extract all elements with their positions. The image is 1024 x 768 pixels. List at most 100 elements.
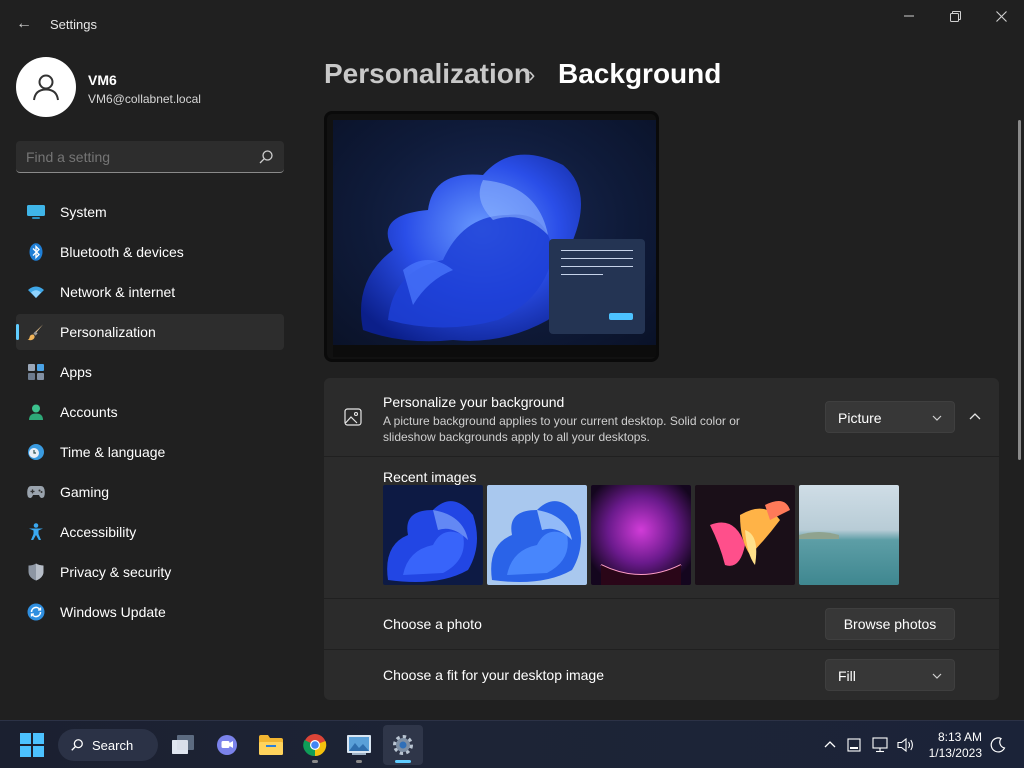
bluetooth-icon — [27, 243, 45, 261]
breadcrumb-parent[interactable]: Personalization — [324, 58, 531, 90]
sidebar-item-system[interactable]: System — [16, 194, 284, 230]
maximize-button[interactable] — [932, 0, 978, 32]
personalize-background-card: Personalize your background A picture ba… — [324, 378, 999, 456]
running-indicator — [356, 760, 362, 763]
sidebar-item-label: Windows Update — [60, 604, 166, 620]
clock-globe-icon — [27, 443, 45, 461]
sidebar-item-label: Apps — [60, 364, 92, 380]
show-hidden-icons-button[interactable] — [820, 735, 840, 755]
desktop-preview — [324, 111, 659, 362]
sidebar-item-label: Accessibility — [60, 524, 137, 540]
chrome-icon — [303, 734, 327, 757]
shield-icon — [27, 563, 45, 581]
profile-email: VM6@collabnet.local — [88, 92, 201, 106]
sidebar-item-apps[interactable]: Apps — [16, 354, 284, 390]
recent-image-purple-glow[interactable] — [591, 485, 691, 585]
chevron-up-icon — [824, 741, 836, 748]
page-title: Background — [558, 58, 722, 89]
sidebar-item-windows-update[interactable]: Windows Update — [16, 594, 284, 630]
file-explorer-button[interactable] — [251, 725, 291, 765]
clock-time[interactable]: 8:13 AM — [930, 730, 982, 744]
sidebar-item-time-language[interactable]: Time & language — [16, 434, 284, 470]
apps-icon — [27, 363, 45, 381]
sidebar-item-label: Bluetooth & devices — [60, 244, 184, 260]
windows-logo-icon — [20, 733, 44, 757]
choose-photo-row: Choose a photo Browse photos — [324, 599, 999, 649]
close-icon — [995, 10, 1007, 22]
preview-line — [561, 250, 633, 251]
chevron-up-icon — [969, 413, 981, 420]
browse-photos-button[interactable]: Browse photos — [825, 608, 955, 640]
recent-images-label: Recent images — [383, 469, 477, 485]
sidebar-item-label: Time & language — [60, 444, 166, 460]
taskbar: Search 8:13 AM 1/13/2023 — [0, 720, 1024, 768]
fit-value: Fill — [838, 668, 856, 684]
close-button[interactable] — [978, 0, 1024, 32]
system-icon — [27, 203, 45, 221]
fit-dropdown[interactable]: Fill — [825, 659, 955, 691]
chevron-down-icon — [932, 415, 942, 421]
active-indicator — [395, 760, 411, 763]
update-icon — [27, 603, 45, 621]
accounts-icon — [27, 403, 45, 421]
sidebar-item-label: Network & internet — [60, 284, 176, 300]
scrollbar[interactable] — [1018, 120, 1021, 460]
volume-button[interactable] — [896, 735, 916, 755]
image-viewer-button[interactable] — [339, 725, 379, 765]
accessibility-icon — [27, 523, 45, 541]
sidebar-item-gaming[interactable]: Gaming — [16, 474, 284, 510]
profile-name: VM6 — [88, 72, 117, 88]
recent-image-colorful-ribbon[interactable] — [695, 485, 795, 585]
background-type-value: Picture — [838, 410, 882, 426]
preview-line — [561, 266, 633, 267]
sidebar-item-label: Privacy & security — [60, 564, 172, 580]
recent-images-section: Recent images — [324, 457, 999, 598]
minimize-button[interactable] — [886, 0, 932, 32]
search-box[interactable] — [16, 141, 284, 173]
user-icon — [33, 74, 59, 101]
recent-image-bloom-light[interactable] — [487, 485, 587, 585]
taskbar-search[interactable]: Search — [58, 729, 158, 761]
search-input[interactable] — [26, 149, 246, 165]
image-icon — [344, 408, 362, 426]
settings-taskbar-button[interactable] — [383, 725, 423, 765]
chrome-button[interactable] — [295, 725, 335, 765]
background-section-title: Personalize your background — [383, 394, 565, 410]
sidebar-item-accessibility[interactable]: Accessibility — [16, 514, 284, 550]
focus-assist-button[interactable] — [988, 735, 1008, 755]
choose-fit-row: Choose a fit for your desktop image Fill — [324, 650, 999, 700]
background-type-dropdown[interactable]: Picture — [825, 401, 955, 433]
background-section-description: A picture background applies to your cur… — [383, 414, 740, 444]
sidebar-item-network[interactable]: Network & internet — [16, 274, 284, 310]
preview-button — [609, 313, 633, 320]
teams-chat-button[interactable] — [207, 725, 247, 765]
taskbar-search-label: Search — [92, 737, 134, 753]
clock-date[interactable]: 1/13/2023 — [926, 746, 982, 760]
recent-image-lake[interactable] — [799, 485, 899, 585]
search-icon — [71, 739, 83, 751]
task-view-button[interactable] — [163, 725, 203, 765]
tray-app-button[interactable] — [844, 735, 864, 755]
moon-icon — [990, 737, 1006, 753]
task-view-icon — [172, 735, 194, 754]
sidebar-item-accounts[interactable]: Accounts — [16, 394, 284, 430]
sidebar-item-label: Personalization — [60, 324, 156, 340]
gamepad-icon — [27, 483, 45, 501]
start-button[interactable] — [12, 725, 52, 765]
back-button[interactable]: ← — [12, 12, 36, 36]
network-icon — [872, 737, 888, 753]
collapse-button[interactable] — [964, 406, 986, 428]
preview-window-mock — [549, 239, 645, 334]
recent-image-bloom-dark[interactable] — [383, 485, 483, 585]
preview-line — [561, 274, 603, 275]
sidebar-item-privacy[interactable]: Privacy & security — [16, 554, 284, 590]
sidebar-item-personalization[interactable]: Personalization — [16, 314, 284, 350]
sidebar-item-label: Accounts — [60, 404, 118, 420]
choose-fit-label: Choose a fit for your desktop image — [383, 667, 605, 683]
app-title: Settings — [50, 17, 97, 32]
breadcrumb-separator: › — [528, 62, 536, 87]
sidebar-item-bluetooth[interactable]: Bluetooth & devices — [16, 234, 284, 270]
network-status-button[interactable] — [871, 735, 891, 755]
wifi-icon — [27, 283, 45, 301]
avatar[interactable] — [16, 57, 76, 117]
